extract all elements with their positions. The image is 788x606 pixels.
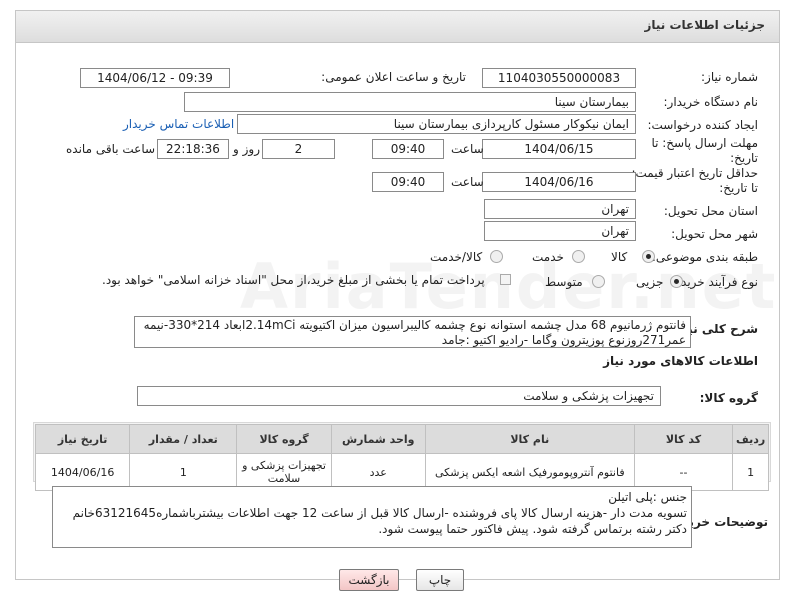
panel-header: جزئیات اطلاعات نیاز [16, 11, 779, 43]
process-radio-medium[interactable] [592, 275, 605, 288]
category-radio-service[interactable] [572, 250, 585, 263]
remaining-time-field: 22:18:36 [157, 139, 229, 159]
category-radio-goods[interactable] [642, 250, 655, 263]
notes-line-1: جنس :پلی اتیلن [608, 490, 687, 504]
deadline-time-label: ساعت [451, 142, 484, 156]
notes-line-2: تسویه مدت دار -هزینه ارسال کالا پای فروش… [72, 506, 687, 520]
days-label: روز و [233, 142, 260, 156]
days-field: 2 [262, 139, 335, 159]
cell-code: -- [633, 453, 734, 491]
cell-row: 1 [732, 453, 769, 491]
cell-date: 1404/06/16 [34, 453, 131, 491]
summary-line-1: فانتوم ژرمانیوم 68 مدل چشمه استوانه نوع … [143, 318, 686, 332]
buyer-org-field: بیمارستان سینا [184, 92, 636, 112]
category-option-goods: کالا [611, 250, 628, 264]
category-radio-goods-service[interactable] [490, 250, 503, 263]
summary-line-2: عمر271روزنوع پوزیترون وگاما -رادیو اکتیو… [441, 333, 686, 347]
goods-table: ردیف کد کالا نام کالا واحد شمارش گروه کا… [34, 424, 769, 491]
notes-line-3: دکتر رشته برتماس گرفته شود. پیش فاکتور ح… [378, 522, 687, 536]
col-qty: تعداد / مقدار [129, 424, 238, 454]
col-code: کد کالا [633, 424, 734, 454]
need-number-field: 1104030550000083 [482, 68, 636, 88]
col-row: ردیف [732, 424, 769, 454]
col-unit: واحد شمارش [330, 424, 426, 454]
cell-name: فانتوم آنتروپومورفیک اشعه ایکس پزشکی [424, 453, 635, 491]
validity-time-field: 09:40 [372, 172, 444, 192]
notes-textarea[interactable]: جنس :پلی اتیلن تسویه مدت دار -هزینه ارسا… [52, 486, 692, 548]
category-option-goods-service: کالا/خدمت [430, 250, 483, 264]
validity-date-field: 1404/06/16 [482, 172, 636, 192]
creator-field: ایمان نیکوکار مسئول کارپردازی بیمارستان … [237, 114, 636, 134]
deadline-time-field: 09:40 [372, 139, 444, 159]
goods-section-title: اطلاعات کالاهای مورد نیاز [603, 354, 758, 368]
validity-label: حداقل تاریخ اعتبار قیمت: [631, 166, 758, 180]
process-radio-minor[interactable] [670, 275, 683, 288]
cell-group: تجهیزات پزشکی و سلامت [236, 453, 332, 491]
process-option-medium: متوسط [545, 275, 583, 289]
deadline-label-date: تاریخ: [730, 151, 758, 165]
city-label: شهر محل تحویل: [671, 227, 758, 241]
need-number-label: شماره نیاز: [701, 70, 758, 84]
validity-label-date: تا تاریخ: [719, 181, 758, 195]
table-row: 1 -- فانتوم آنتروپومورفیک اشعه ایکس پزشک… [34, 453, 769, 491]
buyer-contact-link[interactable]: اطلاعات تماس خریدار [123, 117, 234, 131]
col-name: نام کالا [424, 424, 635, 454]
deadline-date-field: 1404/06/15 [482, 139, 636, 159]
announce-label: تاریخ و ساعت اعلان عمومی: [321, 70, 466, 84]
page-title: جزئیات اطلاعات نیاز [644, 18, 765, 32]
deadline-label: مهلت ارسال پاسخ: تا [651, 136, 758, 150]
remaining-label: ساعت باقی مانده [66, 142, 156, 156]
summary-textarea[interactable]: فانتوم ژرمانیوم 68 مدل چشمه استوانه نوع … [134, 316, 691, 348]
goods-group-label: گروه کالا: [699, 391, 758, 405]
city-field: تهران [484, 221, 636, 241]
announce-field: 1404/06/12 - 09:39 [80, 68, 230, 88]
print-button[interactable]: چاپ [416, 569, 464, 591]
creator-label: ایجاد کننده درخواست: [647, 118, 758, 132]
col-date: تاریخ نیاز [34, 424, 131, 454]
buyer-org-label: نام دستگاه خریدار: [663, 95, 759, 109]
process-label: نوع فرآیند خرید : [673, 275, 758, 289]
cell-unit: عدد [330, 453, 426, 491]
goods-group-field: تجهیزات پزشکی و سلامت [137, 386, 661, 406]
province-label: استان محل تحویل: [663, 204, 758, 218]
treasury-checkbox[interactable] [500, 274, 511, 285]
province-field: تهران [484, 199, 636, 219]
back-button[interactable]: بازگشت [339, 569, 399, 591]
col-group: گروه کالا [236, 424, 332, 454]
process-option-minor: جزیی [636, 275, 664, 289]
cell-qty: 1 [129, 453, 238, 491]
category-label: طبقه بندی موضوعی: [651, 250, 758, 264]
category-option-service: خدمت [532, 250, 564, 264]
validity-time-label: ساعت [451, 175, 484, 189]
treasury-note: پرداخت تمام یا بخشی از مبلغ خرید،از محل … [102, 273, 485, 287]
